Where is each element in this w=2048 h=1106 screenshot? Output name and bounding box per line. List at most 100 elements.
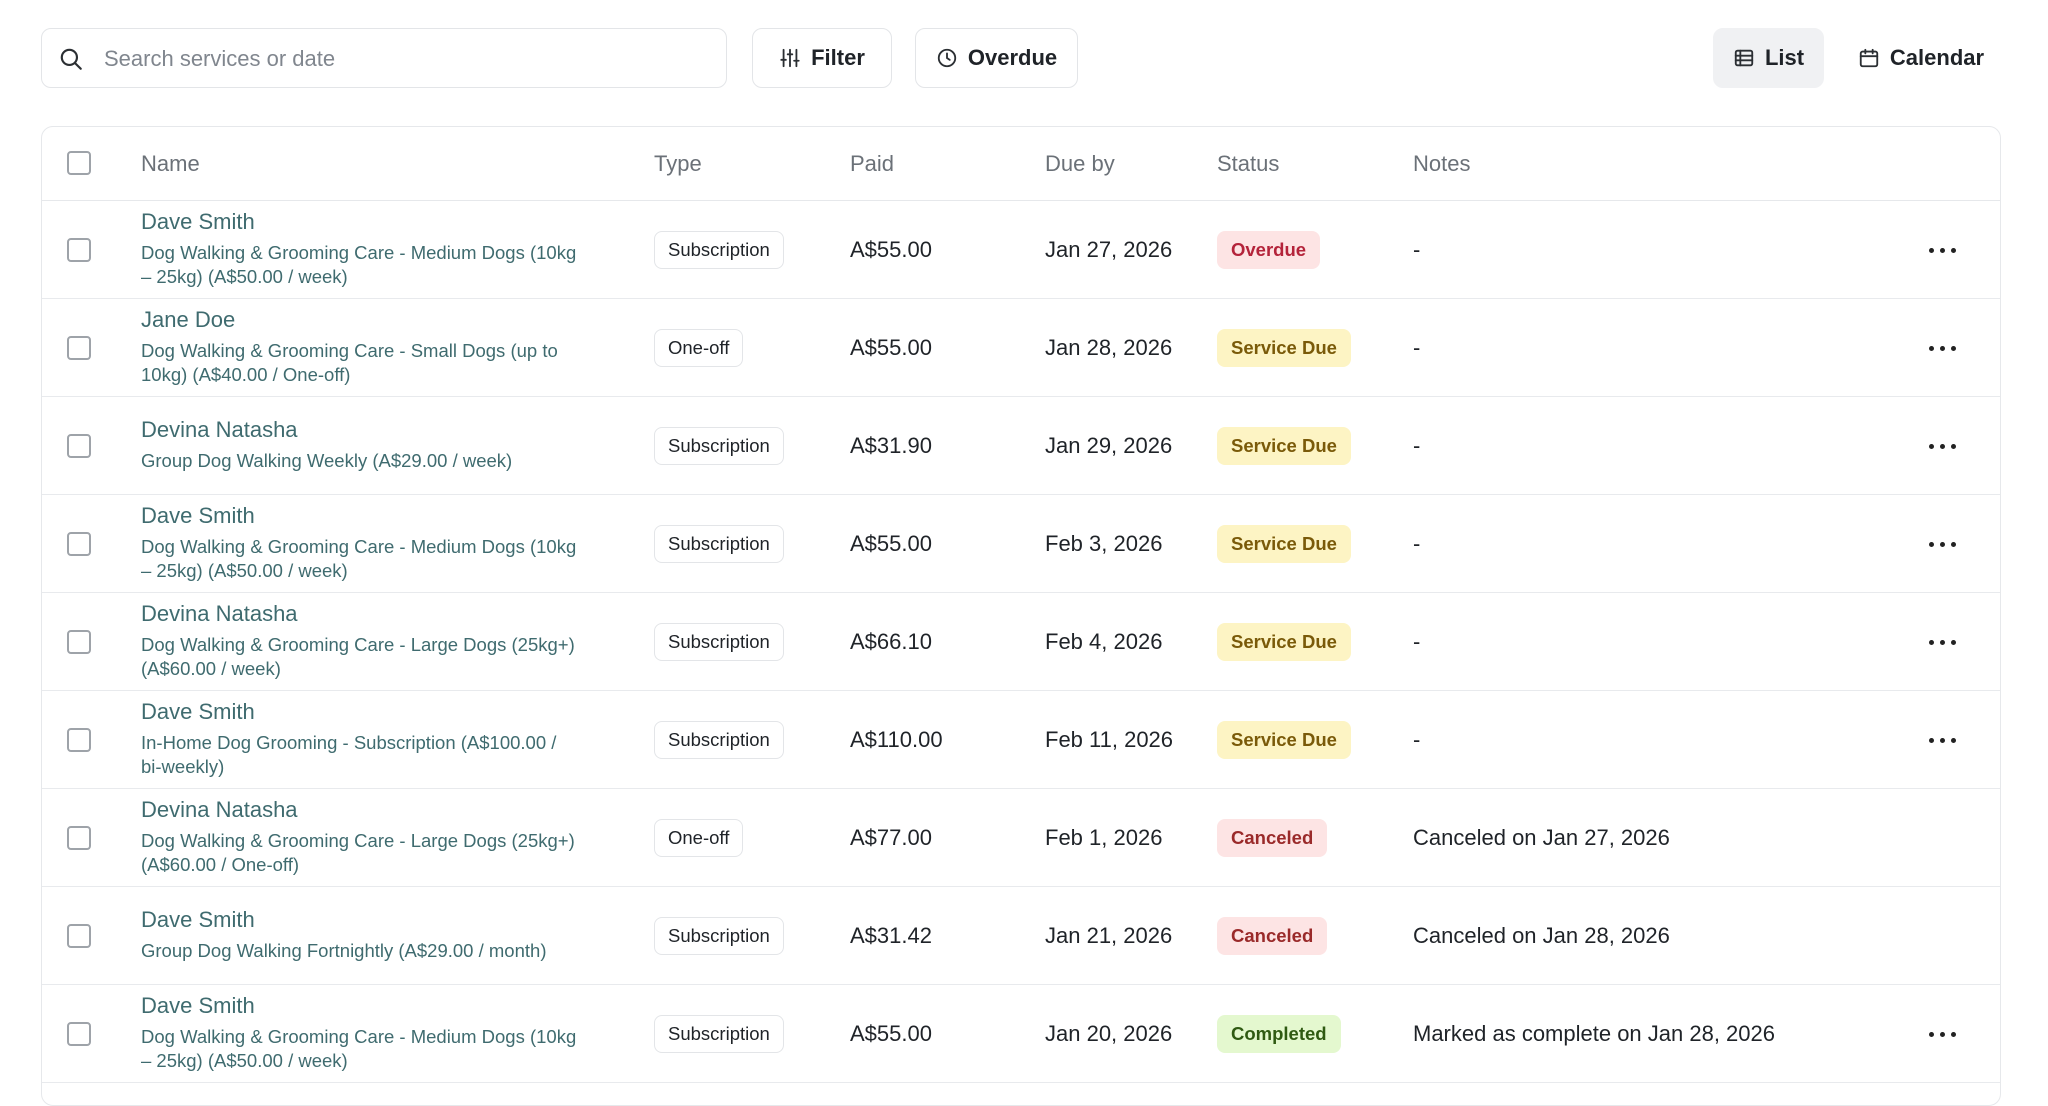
header-paid: Paid [850,151,895,176]
notes-text: - [1413,727,1421,752]
select-all-checkbox[interactable] [67,151,91,175]
due-date: Jan 21, 2026 [1045,923,1173,948]
list-label: List [1764,45,1805,70]
customer-name-link[interactable]: Dave Smith [141,993,621,1019]
table-row[interactable]: Dave Smith Dog Walking & Grooming Care - … [42,985,2000,1083]
header-due-by: Due by [1045,151,1115,176]
service-description: Dog Walking & Grooming Care - Small Dogs… [141,339,621,387]
customer-name-link[interactable]: Devina Natasha [141,601,621,627]
service-description: Group Dog Walking Weekly (A$29.00 / week… [141,449,621,473]
service-description-line: Dog Walking & Grooming Care - Medium Dog… [141,242,577,263]
customer-name-link[interactable]: Dave Smith [141,503,621,529]
service-description-line: Dog Walking & Grooming Care - Large Dogs… [141,830,575,851]
customer-name-link[interactable]: Dave Smith [141,907,621,933]
service-description: Group Dog Walking Fortnightly (A$29.00 /… [141,939,621,963]
type-badge: Subscription [654,721,784,759]
more-options-icon[interactable] [1922,1019,1962,1049]
service-name-block: Dave Smith Dog Walking & Grooming Care - … [141,503,621,583]
services-table: Name Type Paid Due by Status Notes Dave … [41,126,2001,1106]
row-checkbox[interactable] [67,1022,91,1046]
filter-button[interactable]: Filter [752,28,892,88]
row-checkbox[interactable] [67,826,91,850]
status-badge: Service Due [1217,329,1351,367]
service-description-line: Group Dog Walking Fortnightly (A$29.00 /… [141,940,547,961]
row-checkbox[interactable] [67,336,91,360]
customer-name-link[interactable]: Dave Smith [141,209,621,235]
search-icon [60,48,82,70]
due-date: Jan 28, 2026 [1045,335,1173,360]
notes-text: Canceled on Jan 27, 2026 [1413,825,1670,850]
calendar-view-button[interactable]: Calendar [1841,28,2001,88]
status-badge: Service Due [1217,623,1351,661]
more-options-dot [1950,247,1956,253]
more-options-icon[interactable] [1922,431,1962,461]
overdue-button[interactable]: Overdue [915,28,1078,88]
overdue-label: Overdue [967,45,1058,70]
service-description-line: bi-weekly) [141,756,225,777]
service-description-line: Dog Walking & Grooming Care - Medium Dog… [141,536,577,557]
list-icon [1734,49,1754,67]
more-options-dot [1950,345,1956,351]
customer-name-link[interactable]: Dave Smith [141,699,621,725]
paid-amount: A$55.00 [850,237,932,262]
row-checkbox[interactable] [67,630,91,654]
clock-icon [937,48,957,68]
type-badge: Subscription [654,231,784,269]
more-options-icon[interactable] [1922,725,1962,755]
table-row[interactable]: Dave Smith Dog Walking & Grooming Care - … [42,201,2000,299]
paid-amount: A$55.00 [850,531,932,556]
row-checkbox[interactable] [67,434,91,458]
service-description-line: Group Dog Walking Weekly (A$29.00 / week… [141,450,513,471]
notes-text: - [1413,629,1421,654]
search-input[interactable] [102,41,706,77]
more-options-icon[interactable] [1922,529,1962,559]
table-row[interactable]: Dave Smith In-Home Dog Grooming - Subscri… [42,691,2000,789]
search-box[interactable] [41,28,727,88]
row-checkbox[interactable] [67,238,91,262]
paid-amount: A$110.00 [850,727,943,752]
customer-name-link[interactable]: Devina Natasha [141,797,621,823]
more-options-dot [1928,247,1934,253]
service-description-line: Dog Walking & Grooming Care - Small Dogs… [141,340,558,361]
type-badge: One-off [654,819,744,857]
due-date: Jan 20, 2026 [1045,1021,1173,1046]
more-options-dot [1928,541,1934,547]
more-options-dot [1950,737,1956,743]
type-badge: One-off [654,329,744,367]
service-description-line: – 25kg) (A$50.00 / week) [141,1050,348,1071]
table-row[interactable]: Devina Natasha Dog Walking & Grooming Car… [42,789,2000,887]
status-badge: Completed [1217,1015,1341,1053]
more-options-icon[interactable] [1922,333,1962,363]
table-row[interactable]: Devina Natasha Group Dog Walking Weekly (… [42,397,2000,495]
more-options-icon[interactable] [1922,627,1962,657]
table-row[interactable]: Dave Smith Group Dog Walking Fortnightly … [42,887,2000,985]
table-row[interactable]: Jane Doe Dog Walking & Grooming Care - Sm… [42,299,2000,397]
header-notes: Notes [1413,151,1471,176]
customer-name-link[interactable]: Devina Natasha [141,417,621,443]
service-name-block: Jane Doe Dog Walking & Grooming Care - Sm… [141,307,621,387]
notes-text: - [1413,335,1421,360]
list-view-button[interactable]: List [1713,28,1824,88]
more-options-dot [1939,1031,1945,1037]
row-checkbox[interactable] [67,924,91,948]
paid-amount: A$77.00 [850,825,932,850]
customer-name-link[interactable]: Jane Doe [141,307,621,333]
paid-amount: A$66.10 [850,629,932,654]
service-name-block: Devina Natasha Dog Walking & Grooming Car… [141,797,621,877]
service-description-line: 10kg) (A$40.00 / One-off) [141,364,351,385]
table-row[interactable]: Dave Smith Dog Walking & Grooming Care - … [42,495,2000,593]
type-badge: Subscription [654,917,784,955]
service-description-line: Dog Walking & Grooming Care - Medium Dog… [141,1026,577,1047]
status-badge: Service Due [1217,525,1351,563]
more-options-dot [1939,737,1945,743]
more-options-icon[interactable] [1922,235,1962,265]
service-description-line: (A$60.00 / One-off) [141,854,300,875]
row-checkbox[interactable] [67,532,91,556]
more-options-dot [1950,1031,1956,1037]
paid-amount: A$55.00 [850,335,932,360]
status-badge: Overdue [1217,231,1321,269]
table-row[interactable]: Devina Natasha Dog Walking & Grooming Car… [42,593,2000,691]
type-badge: Subscription [654,623,784,661]
row-checkbox[interactable] [67,728,91,752]
header-type: Type [654,151,702,176]
